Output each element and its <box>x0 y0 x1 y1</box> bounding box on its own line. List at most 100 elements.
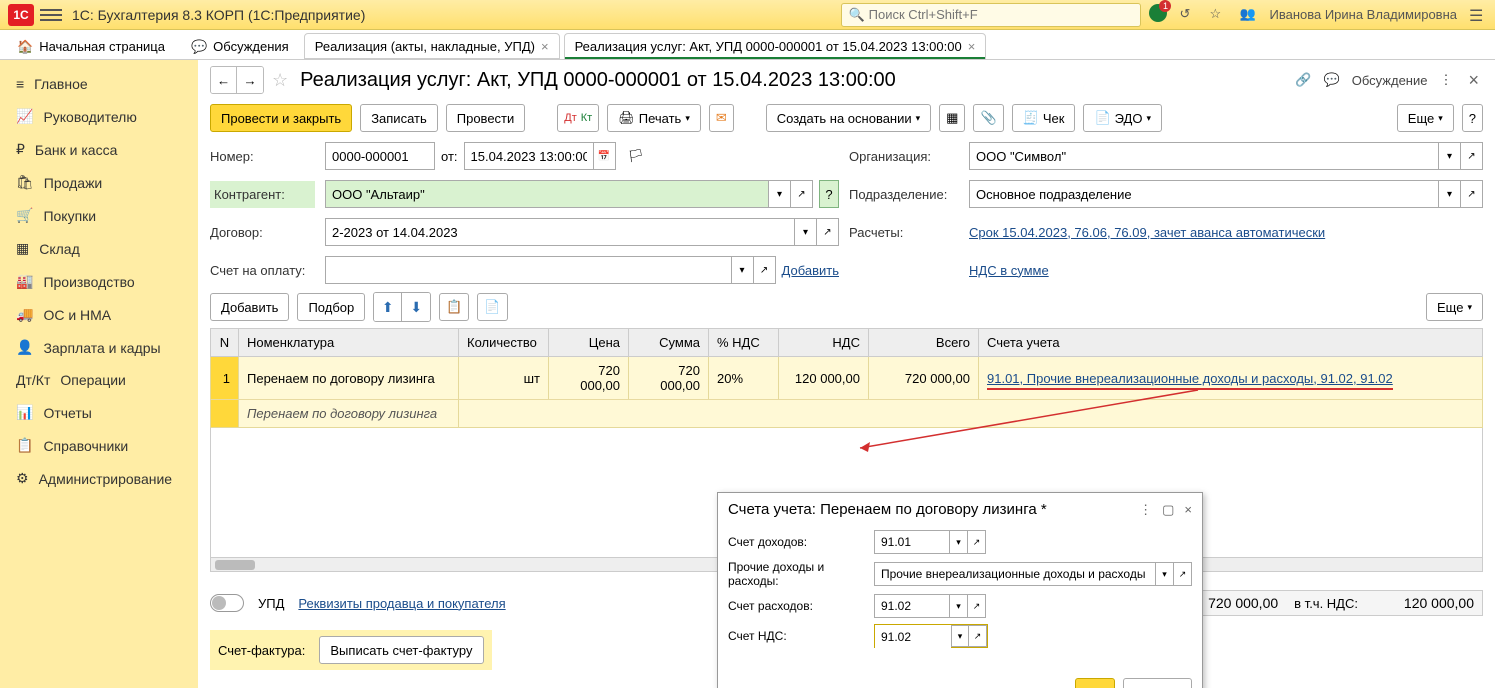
dropdown-icon[interactable]: ▾ <box>1439 142 1461 170</box>
seller-buyer-link[interactable]: Реквизиты продавца и покупателя <box>298 596 505 611</box>
income-field[interactable] <box>874 530 950 554</box>
move-up-button[interactable]: ⬆ <box>374 293 402 321</box>
tab-discussions[interactable]: 💬Обсуждения <box>180 33 300 59</box>
dropdown-icon[interactable]: ▾ <box>769 180 791 208</box>
col-nom[interactable]: Номенклатура <box>239 329 459 357</box>
sidebar-item[interactable]: ≡Главное <box>0 68 198 100</box>
write-button[interactable]: Записать <box>360 104 438 132</box>
dt-kt-button[interactable]: ДтКт <box>557 104 599 132</box>
edo-button[interactable]: 📄ЭДО▾ <box>1083 104 1162 132</box>
select-button[interactable]: Подбор <box>297 293 365 321</box>
open-icon[interactable]: ↗ <box>968 594 986 618</box>
dropdown-icon[interactable]: ▾ <box>1439 180 1461 208</box>
upd-toggle[interactable] <box>210 594 244 612</box>
write-invoice-button[interactable]: Выписать счет-фактуру <box>319 636 483 664</box>
open-icon[interactable]: ↗ <box>969 625 987 647</box>
sidebar-item[interactable]: 🛒Покупки <box>0 199 198 232</box>
col-sum[interactable]: Сумма <box>629 329 709 357</box>
accounts-link[interactable]: 91.01, Прочие внереализационные доходы и… <box>987 371 1393 390</box>
copy-button[interactable]: 📋 <box>439 293 469 321</box>
invoice-acc-field[interactable] <box>325 256 732 284</box>
number-field[interactable] <box>325 142 435 170</box>
discussion-label[interactable]: Обсуждение <box>1352 73 1428 88</box>
more-icon[interactable]: ⋮ <box>1139 502 1152 518</box>
dropdown-icon[interactable]: ▾ <box>732 256 754 284</box>
tab-realization-doc[interactable]: Реализация услуг: Акт, УПД 0000-000001 о… <box>564 33 987 59</box>
close-icon[interactable]: × <box>968 39 976 54</box>
other-field[interactable] <box>874 562 1156 586</box>
tab-realization-list[interactable]: Реализация (акты, накладные, УПД)× <box>304 33 560 59</box>
cell-nom-sub[interactable]: Перенаем по договору лизинга <box>239 400 459 428</box>
maximize-icon[interactable]: ▢ <box>1162 502 1174 518</box>
more-button[interactable]: Еще▾ <box>1426 293 1483 321</box>
col-n[interactable]: N <box>211 329 239 357</box>
ok-button[interactable]: OK <box>1075 678 1116 688</box>
cell-accounts[interactable]: 91.01, Прочие внереализационные доходы и… <box>979 357 1483 400</box>
close-icon[interactable]: × <box>1464 70 1483 91</box>
help-icon[interactable]: ? <box>819 180 839 208</box>
add-row-button[interactable]: Добавить <box>210 293 289 321</box>
cell-sum[interactable]: 720 000,00 <box>629 357 709 400</box>
move-down-button[interactable]: ⬇ <box>402 293 430 321</box>
dropdown-icon[interactable]: ▾ <box>951 625 969 647</box>
more-icon[interactable]: ⋮ <box>1439 72 1452 88</box>
table-row[interactable]: 1 Перенаем по договору лизинга шт 720 00… <box>211 357 1483 400</box>
cell-nds-rate[interactable]: 20% <box>709 357 779 400</box>
favorites-icon[interactable]: ☆ <box>1209 6 1227 24</box>
open-icon[interactable]: ↗ <box>968 530 986 554</box>
cell-nom[interactable]: Перенаем по договору лизинга <box>239 357 459 400</box>
col-nds-rate[interactable]: % НДС <box>709 329 779 357</box>
post-button[interactable]: Провести <box>446 104 526 132</box>
close-icon[interactable]: × <box>541 39 549 54</box>
nds-acc-field[interactable] <box>875 625 951 649</box>
cell-unit[interactable]: шт <box>459 357 549 400</box>
settings-icon[interactable]: ☰ <box>1469 6 1487 24</box>
sidebar-item[interactable]: Дт/КтОперации <box>0 364 198 396</box>
calc-link[interactable]: Срок 15.04.2023, 76.06, 76.09, зачет ава… <box>969 225 1325 240</box>
user-name[interactable]: Иванова Ирина Владимировна <box>1269 7 1457 22</box>
sidebar-item[interactable]: 📋Справочники <box>0 429 198 462</box>
users-icon[interactable]: 👥 <box>1239 6 1257 24</box>
contragent-field[interactable] <box>325 180 769 208</box>
star-icon[interactable]: ☆ <box>272 70 288 91</box>
dropdown-icon[interactable]: ▾ <box>795 218 817 246</box>
open-icon[interactable]: ↗ <box>791 180 813 208</box>
table-subrow[interactable]: Перенаем по договору лизинга <box>211 400 1483 428</box>
tab-home[interactable]: 🏠Начальная страница <box>6 33 176 59</box>
open-icon[interactable]: ↗ <box>1461 142 1483 170</box>
open-icon[interactable]: ↗ <box>754 256 776 284</box>
open-icon[interactable]: ↗ <box>1461 180 1483 208</box>
back-button[interactable]: ← <box>211 67 237 93</box>
division-field[interactable] <box>969 180 1439 208</box>
mail-button[interactable]: ✉ <box>709 104 734 132</box>
col-qty[interactable]: Количество <box>459 329 549 357</box>
search-input[interactable] <box>869 7 1135 22</box>
col-accounts[interactable]: Счета учета <box>979 329 1483 357</box>
col-total[interactable]: Всего <box>869 329 979 357</box>
add-link[interactable]: Добавить <box>782 263 839 278</box>
help-button[interactable]: ? <box>1462 104 1483 132</box>
sidebar-item[interactable]: 🚚ОС и НМА <box>0 298 198 331</box>
sidebar-item[interactable]: 📈Руководителю <box>0 100 198 133</box>
notification-bell-icon[interactable]: 1 <box>1149 4 1167 25</box>
menu-icon[interactable] <box>40 9 62 21</box>
org-field[interactable] <box>969 142 1439 170</box>
nds-link[interactable]: НДС в сумме <box>969 263 1049 278</box>
sidebar-item[interactable]: 🛍Продажи <box>0 166 198 199</box>
sidebar-item[interactable]: 🏭Производство <box>0 265 198 298</box>
cell-price[interactable]: 720 000,00 <box>549 357 629 400</box>
struct-button[interactable]: ▦ <box>939 104 965 132</box>
global-search[interactable]: 🔍 <box>841 3 1141 27</box>
cheque-button[interactable]: 🧾Чек <box>1012 104 1076 132</box>
close-icon[interactable]: × <box>1184 502 1192 518</box>
create-based-button[interactable]: Создать на основании▾ <box>766 104 931 132</box>
col-price[interactable]: Цена <box>549 329 629 357</box>
dropdown-icon[interactable]: ▾ <box>950 594 968 618</box>
history-icon[interactable]: ↺ <box>1179 6 1197 24</box>
open-icon[interactable]: ↗ <box>817 218 839 246</box>
open-icon[interactable]: ↗ <box>1174 562 1192 586</box>
chat-icon[interactable]: 💬 <box>1324 72 1340 88</box>
dropdown-icon[interactable]: ▾ <box>950 530 968 554</box>
sidebar-item[interactable]: 📊Отчеты <box>0 396 198 429</box>
cancel-button[interactable]: Отмена <box>1123 678 1192 688</box>
